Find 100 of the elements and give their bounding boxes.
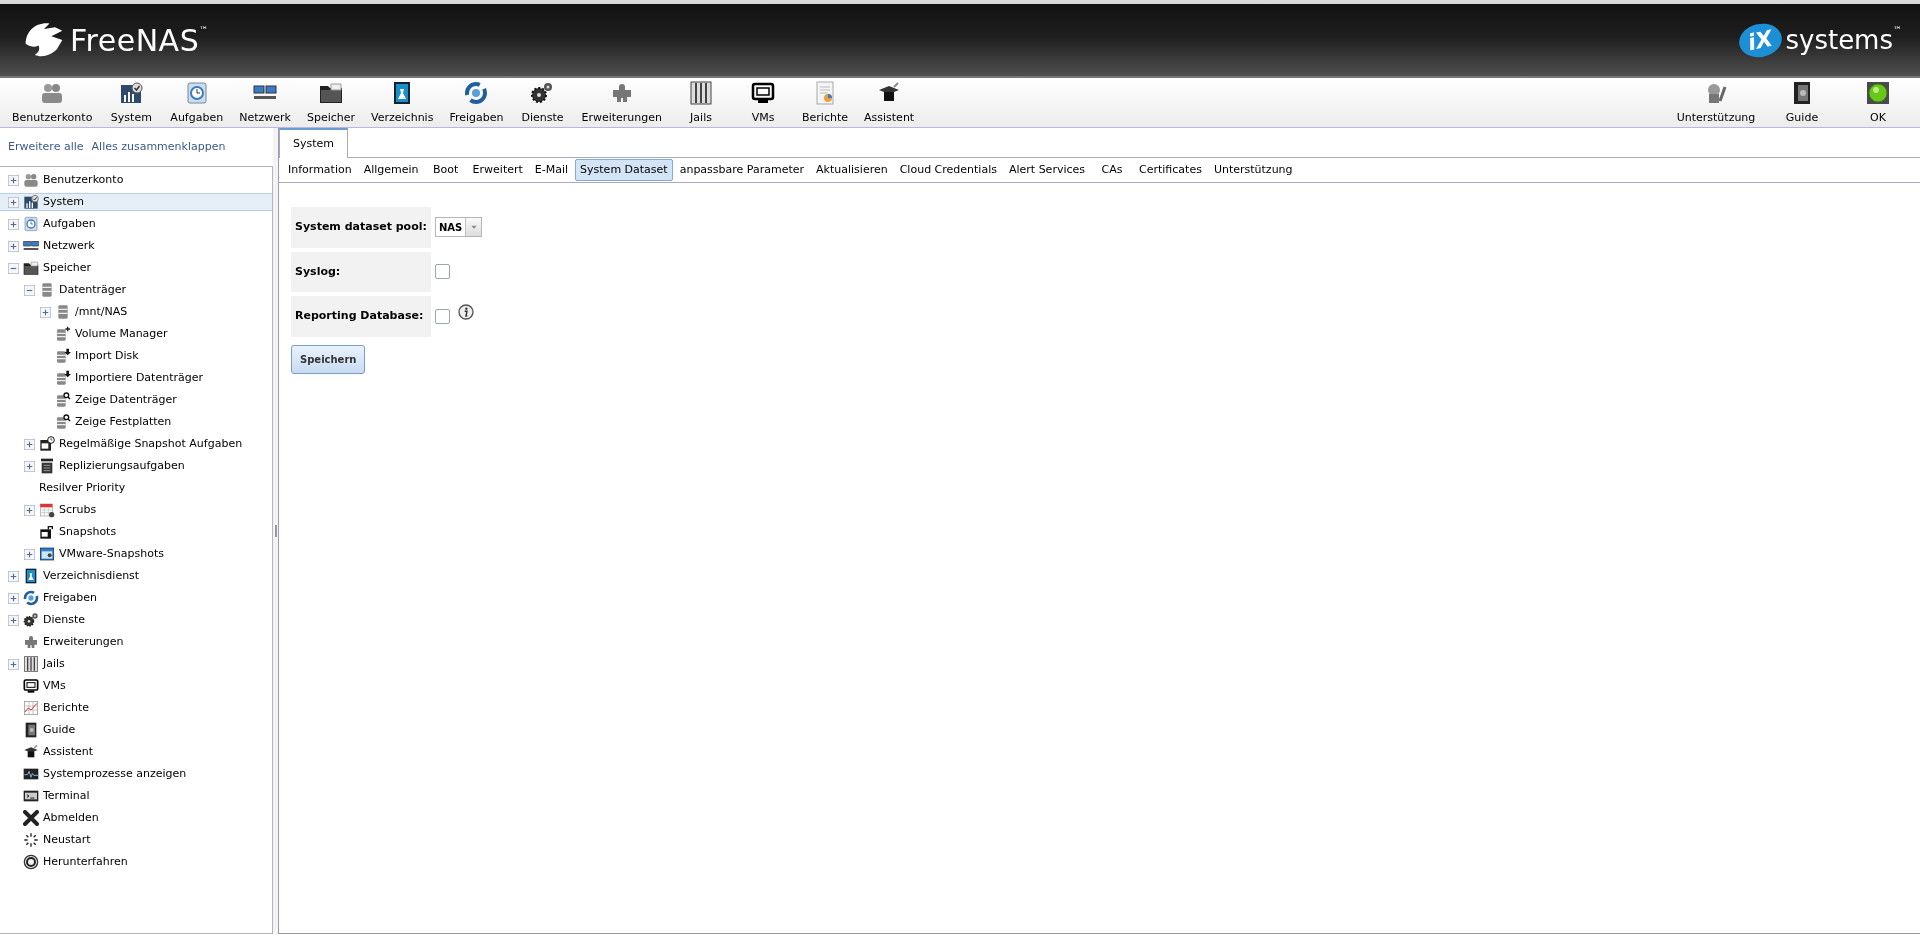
tab[interactable]: System Dataset (575, 158, 673, 182)
tree-item[interactable]: Resilver Priority (0, 479, 272, 497)
tab[interactable]: Cloud Credentials (894, 158, 1002, 182)
expand-icon[interactable] (24, 460, 35, 472)
tree-item[interactable]: VMware-Snapshots (0, 545, 272, 563)
expand-icon[interactable] (8, 174, 19, 186)
tab[interactable]: Certificates (1134, 158, 1207, 182)
tree-item[interactable]: Volume Manager (0, 325, 272, 343)
sync-icon (464, 80, 489, 105)
tab[interactable]: System (279, 128, 349, 158)
toolbar-button[interactable]: Erweiterungen (573, 78, 671, 127)
tree-item[interactable]: Replizierungsaufgaben (0, 457, 272, 475)
expand-icon[interactable] (40, 306, 51, 318)
select-field[interactable]: NAS (435, 217, 483, 238)
info-icon[interactable] (458, 304, 474, 321)
tab[interactable]: Erweitert (467, 158, 528, 182)
checkbox[interactable] (435, 308, 450, 324)
toolbar-button[interactable]: Freigaben (441, 78, 512, 127)
tree-item[interactable]: Netzwerk (0, 237, 272, 255)
tab[interactable]: Aktualisieren (811, 158, 893, 182)
tree-item[interactable]: Jails (0, 655, 272, 673)
folder-icon (319, 80, 343, 105)
tab[interactable]: Allgemein (358, 158, 424, 182)
splitter-handle[interactable] (274, 525, 277, 537)
tree-item[interactable]: Import Disk (0, 347, 272, 365)
toolbar-button[interactable]: Benutzerkonto (4, 78, 101, 127)
tree-item[interactable]: Snapshots (0, 523, 272, 541)
toolbar-button[interactable]: Verzeichnis (363, 78, 442, 127)
expand-icon[interactable] (8, 196, 19, 208)
expand-icon[interactable] (8, 240, 19, 252)
expand-icon[interactable] (24, 438, 35, 450)
toolbar-button[interactable]: Jails (670, 78, 733, 127)
tree-item[interactable]: Benutzerkonto (0, 171, 272, 189)
collapse-icon[interactable] (8, 262, 19, 274)
tab[interactable]: Information (283, 158, 357, 182)
expand-icon[interactable] (8, 570, 19, 582)
expand-icon[interactable] (8, 658, 19, 670)
activity-monitor-icon (23, 766, 39, 782)
tree-item[interactable]: Zeige Festplatten (0, 413, 272, 431)
toolbar-button[interactable]: Netzwerk (231, 78, 299, 127)
toolbar-button[interactable]: Assistent (856, 78, 923, 127)
field-label: Syslog: (291, 251, 431, 292)
tree-item[interactable]: Speicher (0, 259, 272, 277)
camera-icon (39, 524, 55, 540)
gears-icon (23, 612, 39, 628)
tree-item[interactable]: Terminal (0, 787, 272, 805)
tab[interactable]: E-Mail (529, 158, 574, 182)
logo: FreeNAS (70, 21, 200, 60)
tree-item[interactable]: Scrubs (0, 501, 272, 519)
toolbar-button[interactable]: OK (1840, 78, 1916, 127)
toolbar-button[interactable]: Berichte (794, 78, 857, 127)
toolbar-button[interactable]: Speicher (298, 78, 364, 127)
tree-item[interactable]: Abmelden (0, 809, 272, 827)
toolbar-button[interactable]: Unterstützung (1668, 78, 1764, 127)
expand-icon[interactable] (24, 548, 35, 560)
expand-icon[interactable] (8, 592, 19, 604)
expand-icon[interactable] (8, 614, 19, 626)
toolbar-button[interactable]: VMs (732, 78, 795, 127)
tab[interactable]: CAs (1092, 158, 1133, 182)
sync-icon (23, 590, 39, 606)
tree-item[interactable]: VMs (0, 677, 272, 695)
close-icon (23, 810, 39, 826)
tree-item[interactable]: System (0, 193, 272, 211)
list-icon (39, 458, 55, 474)
checkbox[interactable] (435, 264, 450, 280)
tree-item[interactable]: Herunterfahren (0, 853, 272, 871)
gears-icon (530, 80, 555, 105)
expand-icon[interactable] (24, 504, 35, 516)
link[interactable]: Alles zusammenklappen (91, 138, 226, 156)
tree-item[interactable]: Regelmäßige Snapshot Aufgaben (0, 435, 272, 453)
tree-item[interactable]: Guide (0, 721, 272, 739)
disk-search-icon (55, 414, 71, 430)
tree-item[interactable]: Importiere Datenträger (0, 369, 272, 387)
toolbar-button[interactable]: Aufgaben (162, 78, 232, 127)
toolbar-button[interactable]: System (100, 78, 163, 127)
tree-item[interactable]: Systemprozesse anzeigen (0, 765, 272, 783)
tab[interactable]: Alert Services (1003, 158, 1091, 182)
status-light-icon (1866, 80, 1890, 105)
tab[interactable]: Boot (425, 158, 466, 182)
collapse-icon[interactable] (24, 284, 35, 296)
link[interactable]: Erweitere alle (8, 138, 84, 156)
save-button[interactable]: Speichern (291, 344, 366, 374)
tree-item[interactable]: Erweiterungen (0, 633, 272, 651)
trademark: ™ (1893, 24, 1902, 37)
tree-item[interactable]: Verzeichnisdienst (0, 567, 272, 585)
tree-item[interactable]: Aufgaben (0, 215, 272, 233)
power-icon (23, 854, 39, 870)
tree-item[interactable]: Berichte (0, 699, 272, 717)
tab[interactable]: anpassbare Parameter (674, 158, 810, 182)
tree-item[interactable]: Assistent (0, 743, 272, 761)
tree-item[interactable]: Datenträger (0, 281, 272, 299)
toolbar-button[interactable]: Dienste (511, 78, 574, 127)
tree-item[interactable]: Dienste (0, 611, 272, 629)
expand-icon[interactable] (8, 218, 19, 230)
tab[interactable]: Unterstützung (1208, 158, 1298, 182)
toolbar-button[interactable]: Guide (1764, 78, 1840, 127)
tree-item[interactable]: Neustart (0, 831, 272, 849)
tree-item[interactable]: Zeige Datenträger (0, 391, 272, 409)
tree-item[interactable]: Freigaben (0, 589, 272, 607)
tree-item[interactable]: /mnt/NAS (0, 303, 272, 321)
